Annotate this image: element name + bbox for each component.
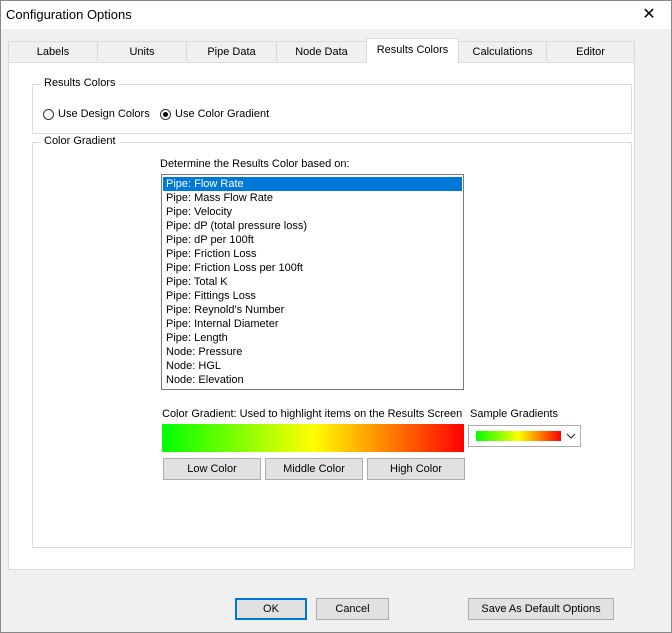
list-item[interactable]: Pipe: dP (total pressure loss) xyxy=(163,219,462,233)
list-item[interactable]: Pipe: Friction Loss xyxy=(163,247,462,261)
radio-unchecked-icon xyxy=(43,108,54,120)
high-color-button[interactable]: High Color xyxy=(367,458,465,480)
sample-gradients-label: Sample Gradients xyxy=(470,408,559,420)
list-item[interactable]: Pipe: Fittings Loss xyxy=(163,289,462,303)
list-item[interactable]: Node: HGL xyxy=(163,359,462,373)
use-design-colors-label: Use Design Colors xyxy=(58,108,150,120)
cancel-button[interactable]: Cancel xyxy=(316,598,389,620)
save-default-options-button[interactable]: Save As Default Options xyxy=(468,598,614,620)
tab-pipe-data[interactable]: Pipe Data xyxy=(186,41,277,61)
list-item[interactable]: Pipe: Total K xyxy=(163,275,462,289)
gradient-caption: Color Gradient: Used to highlight items … xyxy=(162,408,463,420)
window-title: Configuration Options xyxy=(6,7,132,22)
tab-calculations[interactable]: Calculations xyxy=(458,41,547,61)
results-basis-listbox[interactable]: Pipe: Flow Rate Pipe: Mass Flow Rate Pip… xyxy=(161,174,464,390)
list-item[interactable]: Pipe: Internal Diameter xyxy=(163,317,462,331)
list-item[interactable]: Node: Elevation xyxy=(163,373,462,387)
chevron-down-icon xyxy=(566,433,576,439)
middle-color-button[interactable]: Middle Color xyxy=(265,458,363,480)
list-item[interactable]: Pipe: Flow Rate xyxy=(163,177,462,191)
title-bar: Configuration Options ✕ xyxy=(1,1,671,29)
results-colors-group-label: Results Colors xyxy=(41,77,119,89)
color-gradient-group-label: Color Gradient xyxy=(41,135,119,147)
tab-node-data[interactable]: Node Data xyxy=(276,41,367,61)
use-color-gradient-label: Use Color Gradient xyxy=(175,108,270,120)
sample-gradient-swatch xyxy=(476,431,561,441)
configuration-options-window: Configuration Options ✕ Labels Units Pip… xyxy=(0,0,672,633)
low-color-button[interactable]: Low Color xyxy=(163,458,261,480)
tab-labels[interactable]: Labels xyxy=(8,41,98,61)
use-design-colors-radio[interactable]: Use Design Colors xyxy=(43,108,150,120)
list-item[interactable]: Node: Pressure xyxy=(163,345,462,359)
tab-units[interactable]: Units xyxy=(97,41,187,61)
close-icon[interactable]: ✕ xyxy=(637,4,661,26)
list-item[interactable]: Pipe: Friction Loss per 100ft xyxy=(163,261,462,275)
ok-button[interactable]: OK xyxy=(235,598,307,620)
list-item[interactable]: Pipe: Length xyxy=(163,331,462,345)
results-basis-prompt: Determine the Results Color based on: xyxy=(160,158,350,170)
list-item[interactable]: Pipe: dP per 100ft xyxy=(163,233,462,247)
use-color-gradient-radio[interactable]: Use Color Gradient xyxy=(160,108,269,120)
list-item[interactable]: Pipe: Reynold's Number xyxy=(163,303,462,317)
tab-results-colors[interactable]: Results Colors xyxy=(366,38,459,63)
list-item[interactable]: Pipe: Velocity xyxy=(163,205,462,219)
color-gradient-preview xyxy=(162,424,464,452)
list-item[interactable]: Pipe: Mass Flow Rate xyxy=(163,191,462,205)
radio-checked-icon xyxy=(160,108,171,120)
tab-editor[interactable]: Editor xyxy=(546,41,635,61)
sample-gradients-dropdown[interactable] xyxy=(468,425,581,447)
